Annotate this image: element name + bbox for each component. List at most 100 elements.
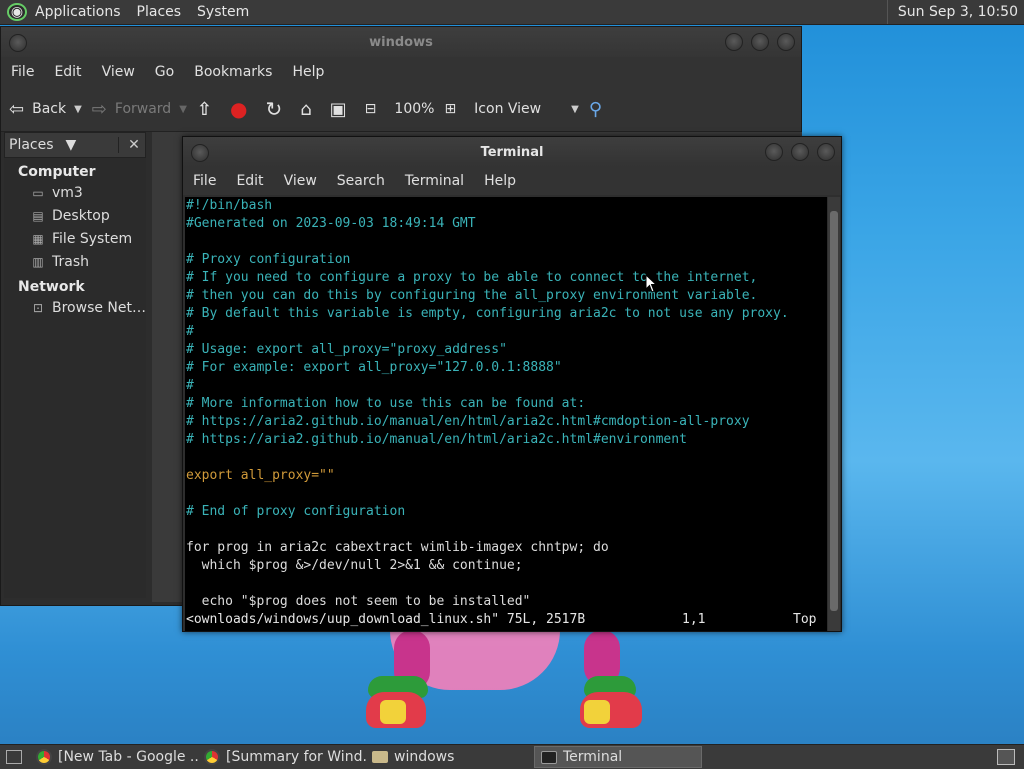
chevron-down-icon[interactable]: ▼ [179,104,187,115]
window-title: windows [369,34,433,50]
vim-status-line: <ownloads/windows/uup_download_linux.sh"… [186,611,824,629]
code-line: # If you need to configure a proxy to be… [186,270,758,285]
sidebar-item-vm3[interactable]: ▭ vm3 [4,181,146,204]
zoom-out-button[interactable]: ⊟ [365,101,385,117]
code-line: #Generated on 2023-09-03 18:49:14 GMT [186,216,476,231]
close-sidebar-icon[interactable]: ✕ [118,137,145,153]
terminal-window: Terminal File Edit View Search Terminal … [182,136,842,632]
forward-button[interactable]: ⇨ Forward ▼ [92,99,187,120]
taskbar-item-summary[interactable]: [Summary for Wind... [198,746,366,768]
top-panel: ◉ Applications Places System Sun Sep 3, … [0,0,1024,25]
file-manager-toolbar: ⇦ Back ▼ ⇨ Forward ▼ ⇧ ● ↻ ⌂ ▣ ⊟ 100% ⊞ … [1,87,801,132]
menu-search[interactable]: Search [327,173,395,189]
code-line: for prog in aria2c cabextract wimlib-ima… [186,540,609,555]
menu-applications[interactable]: Applications [27,4,129,20]
network-icon: ⊡ [32,300,44,315]
taskbar-item-windows[interactable]: windows [366,746,534,768]
sidebar-item-file-system[interactable]: ▦ File System [4,227,146,250]
scrollbar-thumb[interactable] [830,211,838,611]
search-button[interactable]: ⚲ [589,99,610,120]
mouse-pointer-icon [645,274,658,293]
workspace-switcher[interactable] [988,746,1024,768]
code-line: which $prog &>/dev/null 2>&1 && continue… [186,558,523,573]
home-icon: ⌂ [300,98,312,120]
back-arrow-icon: ⇦ [9,98,25,120]
window-title: Terminal [480,144,544,160]
forward-arrow-icon: ⇨ [91,98,107,120]
code-line: echo "$prog does not seem to be installe… [186,594,531,609]
places-header[interactable]: Places ▼ ✕ [4,132,146,158]
menu-file[interactable]: File [183,173,226,189]
menu-file[interactable]: File [1,64,44,80]
zoom-out-icon: ⊟ [364,101,377,117]
code-line: #!/bin/bash [186,198,273,213]
terminal-menubar: File Edit View Search Terminal Help [183,167,841,195]
clock[interactable]: Sun Sep 3, 10:50 [886,0,1024,24]
terminal-icon [541,750,557,764]
reload-button[interactable]: ↻ [265,97,290,121]
computer-button[interactable]: ▣ [330,99,355,120]
drive-icon: ▭ [32,185,44,200]
close-button[interactable] [777,33,795,51]
chevron-down-icon[interactable]: ▼ [74,104,82,115]
zoom-level[interactable]: 100% [394,101,434,117]
terminal-screen[interactable]: #!/bin/bash #Generated on 2023-09-03 18:… [185,197,827,631]
menu-places[interactable]: Places [129,4,190,20]
menu-help[interactable]: Help [474,173,526,189]
minimize-button[interactable] [725,33,743,51]
places-select[interactable]: Places [5,137,54,153]
minimize-button[interactable] [765,143,783,161]
menu-terminal[interactable]: Terminal [395,173,474,189]
show-desktop-icon [6,750,22,764]
window-menu-button[interactable] [9,34,27,52]
taskbar-item-terminal[interactable]: Terminal [534,746,702,768]
view-mode-select[interactable]: Icon View ▼ [474,101,579,117]
terminal-scrollbar[interactable] [828,197,840,631]
computer-icon: ▣ [329,98,347,120]
window-menu-button[interactable] [191,144,209,162]
sidebar-item-browse-network[interactable]: ⊡ Browse Net… [4,296,146,319]
maximize-button[interactable] [751,33,769,51]
wallpaper-character [340,630,670,744]
reload-icon: ↻ [265,97,283,121]
menu-help[interactable]: Help [282,64,334,80]
menu-view[interactable]: View [92,64,145,80]
code-line: # https://aria2.github.io/manual/en/html… [186,432,687,447]
menu-edit[interactable]: Edit [44,64,91,80]
up-arrow-icon: ⇧ [196,98,212,120]
menu-system[interactable]: System [189,4,257,20]
zoom-in-button[interactable]: ⊞ [444,101,464,117]
status-scroll-position: Top [793,612,817,627]
maximize-button[interactable] [791,143,809,161]
chevron-down-icon: ▼ [571,103,579,115]
code-line: # More information how to use this can b… [186,396,586,411]
show-desktop-button[interactable] [0,746,30,768]
code-line: # Usage: export all_proxy="proxy_address… [186,342,507,357]
chevron-down-icon[interactable]: ▼ [62,137,108,153]
back-button[interactable]: ⇦ Back ▼ [9,99,82,120]
code-line: # Proxy configuration [186,252,351,267]
desktop-icon: ▤ [32,208,44,223]
code-line: # By default this variable is empty, con… [186,306,789,321]
menu-view[interactable]: View [274,173,327,189]
sidebar-item-trash[interactable]: ▥ Trash [4,250,146,273]
menu-bookmarks[interactable]: Bookmarks [184,64,282,80]
terminal-titlebar[interactable]: Terminal [183,137,841,167]
code-line: # End of proxy configuration [186,504,406,519]
menu-go[interactable]: Go [145,64,184,80]
up-button[interactable]: ⇧ [197,99,220,120]
filesystem-icon: ▦ [32,231,44,246]
home-button[interactable]: ⌂ [300,99,319,120]
stop-button[interactable]: ● [230,97,255,121]
menu-edit[interactable]: Edit [226,173,273,189]
distro-logo-icon[interactable]: ◉ [7,3,27,21]
folder-icon [372,751,388,763]
file-manager-titlebar[interactable]: windows [1,27,801,57]
taskbar-item-new-tab[interactable]: [New Tab - Google ... [30,746,198,768]
close-button[interactable] [817,143,835,161]
sidebar-item-desktop[interactable]: ▤ Desktop [4,204,146,227]
